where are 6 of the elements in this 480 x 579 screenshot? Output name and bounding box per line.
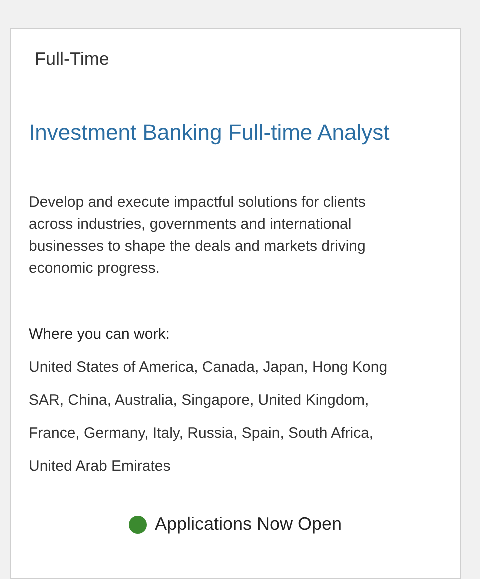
- job-title: Investment Banking Full-time Analyst: [29, 119, 391, 147]
- locations-heading: Where you can work:: [29, 325, 171, 345]
- status-label: Applications Now Open: [154, 513, 342, 536]
- employment-type: Full-Time: [35, 48, 110, 71]
- locations-list: United States of America, Canada, Japan, Hong Kong SAR, China, Australia, Singapore, United Kingdom, France, Germany, Italy, Russia, Spain, South Africa, United Arab Emirates: [29, 351, 419, 483]
- job-description: Develop and execute impactful solutions for clients across industries, governments and international businesses to shape the deals and markets driving economic progress.: [29, 193, 367, 279]
